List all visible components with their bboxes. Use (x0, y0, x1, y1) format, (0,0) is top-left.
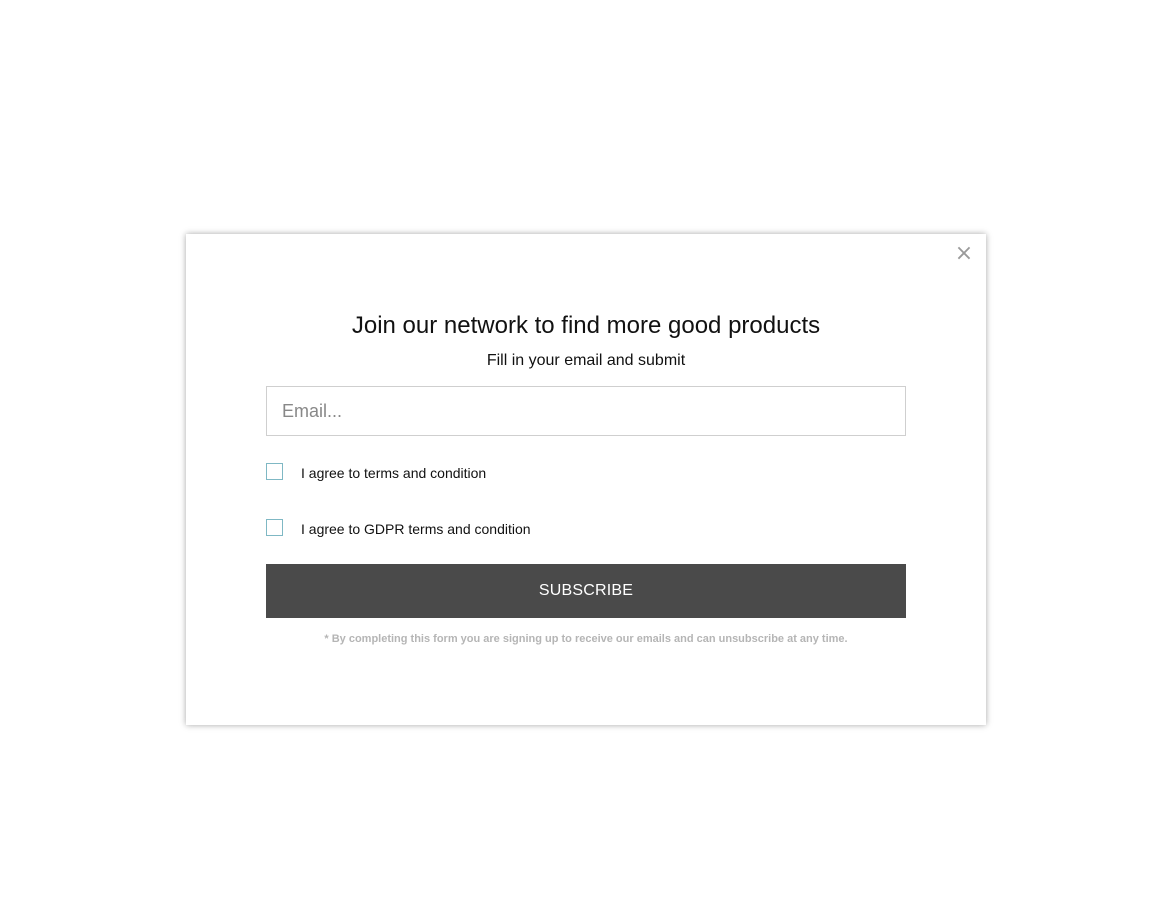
modal-title: Join our network to find more good produ… (351, 312, 821, 339)
modal-subtitle: Fill in your email and submit (486, 352, 686, 369)
disclaimer-text: * By completing this form you are signin… (324, 633, 848, 645)
email-field[interactable] (266, 386, 906, 436)
subscribe-button[interactable]: SUBSCRIBE (266, 564, 906, 618)
close-icon[interactable]: × (954, 242, 974, 266)
terms-checkbox-label: I agree to terms and condition (301, 465, 487, 481)
gdpr-checkbox-label: I agree to GDPR terms and condition (301, 521, 531, 537)
newsletter-modal: × Join our network to find more good pro… (186, 234, 986, 725)
terms-checkbox[interactable] (266, 462, 283, 480)
gdpr-checkbox-row[interactable]: I agree to GDPR terms and condition (266, 518, 531, 537)
terms-checkbox-row[interactable]: I agree to terms and condition (266, 462, 487, 481)
gdpr-checkbox[interactable] (266, 518, 283, 536)
